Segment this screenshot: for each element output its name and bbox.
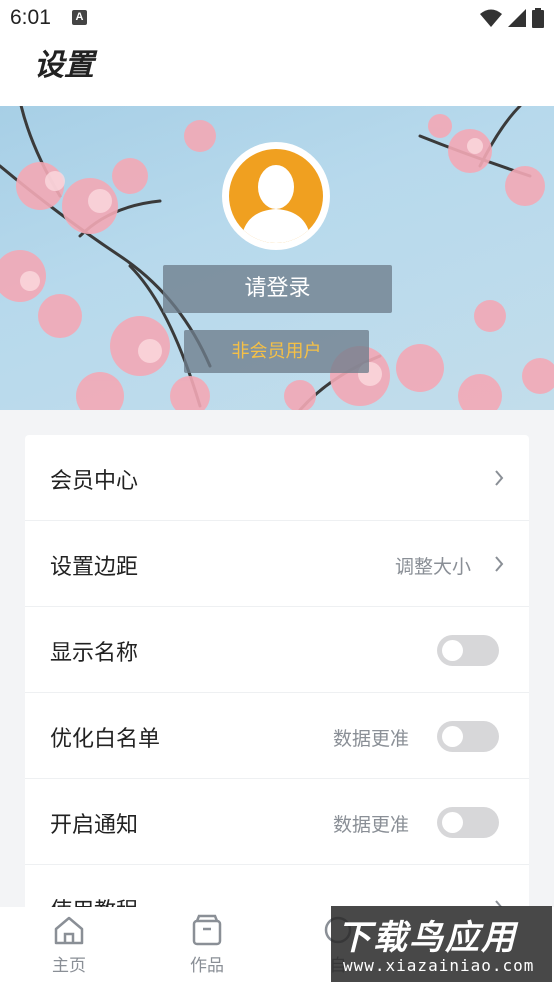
- settings-row-hint: 数据更准: [332, 728, 409, 750]
- signal-icon: [508, 9, 526, 27]
- settings-row-label: 优化白名单: [50, 727, 161, 752]
- settings-row-margins[interactable]: 设置边距 调整大小: [25, 521, 529, 607]
- settings-row-whitelist: 优化白名单 数据更准: [25, 693, 529, 779]
- home-icon: [54, 916, 84, 945]
- status-icons: [480, 8, 544, 28]
- nav-label: 作品: [190, 956, 224, 976]
- watermark-title: 下载鸟应用: [337, 918, 517, 958]
- status-time: 6:01: [10, 6, 51, 29]
- wifi-icon: [480, 9, 502, 27]
- toggle-knob: [442, 812, 463, 833]
- login-button[interactable]: 请登录: [163, 265, 392, 313]
- box-icon: [192, 914, 222, 946]
- notification-app-icon: A: [72, 10, 87, 25]
- notifications-toggle[interactable]: [437, 807, 499, 838]
- app-header: 设置: [0, 36, 554, 106]
- settings-row-label: 开启通知: [50, 813, 139, 838]
- settings-row-label: 设置边距: [50, 555, 139, 580]
- page-title: 设置: [34, 48, 94, 83]
- settings-row-hint: 数据更准: [332, 814, 409, 836]
- default-avatar-icon: [229, 149, 323, 243]
- chevron-right-icon: [495, 470, 504, 486]
- nav-item-home[interactable]: 主页: [29, 913, 109, 983]
- avatar[interactable]: [222, 142, 330, 250]
- settings-row-label: 显示名称: [50, 641, 139, 666]
- show-name-toggle[interactable]: [437, 635, 499, 666]
- battery-icon: [532, 8, 544, 28]
- membership-status-badge: 非会员用户: [184, 330, 369, 373]
- profile-banner: 请登录 非会员用户: [0, 106, 554, 410]
- settings-row-member-center[interactable]: 会员中心: [25, 435, 529, 521]
- settings-screen: 6:01 A 设置 请登录 非会员用户 会员中心 设置边距 调整大小 显示名称 …: [0, 0, 554, 984]
- nav-item-works[interactable]: 作品: [167, 913, 247, 983]
- status-bar: 6:01 A: [0, 0, 554, 36]
- whitelist-toggle[interactable]: [437, 721, 499, 752]
- settings-row-label: 会员中心: [50, 469, 139, 494]
- toggle-knob: [442, 726, 463, 747]
- settings-row-hint: 调整大小: [394, 556, 471, 578]
- watermark-logo: 下载鸟应用 www.xiazainiao.com: [331, 906, 552, 982]
- watermark-url: www.xiazainiao.com: [343, 956, 535, 975]
- settings-row-show-name: 显示名称: [25, 607, 529, 693]
- nav-label: 主页: [52, 956, 86, 976]
- chevron-right-icon: [495, 556, 504, 572]
- settings-row-notifications: 开启通知 数据更准: [25, 779, 529, 865]
- settings-list: 会员中心 设置边距 调整大小 显示名称 优化白名单 数据更准 开启通知 数据更准…: [25, 435, 529, 955]
- toggle-knob: [442, 640, 463, 661]
